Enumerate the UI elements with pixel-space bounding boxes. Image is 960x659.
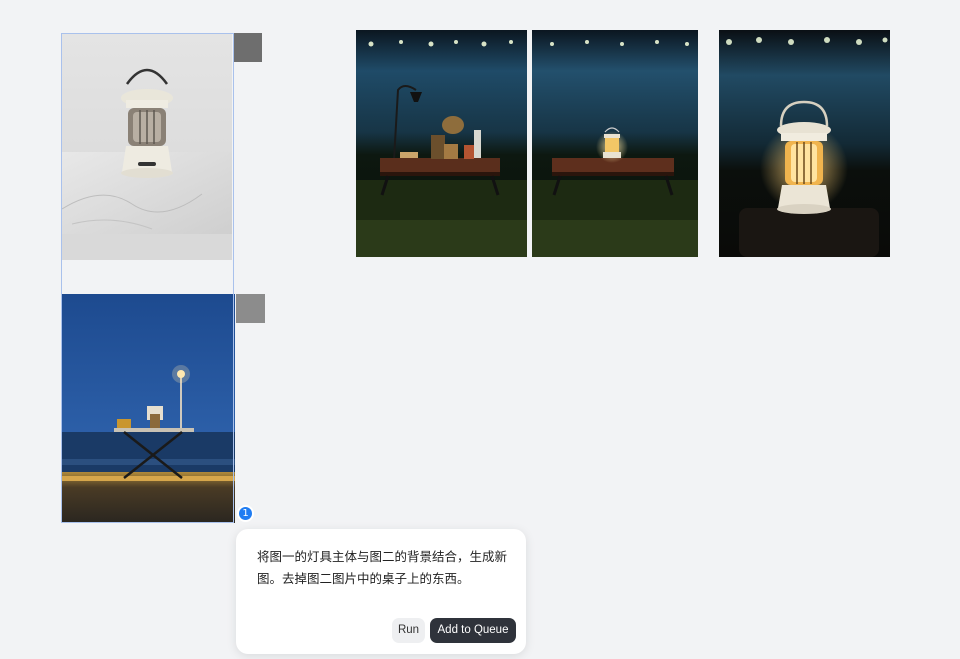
beach-photo: [62, 294, 235, 523]
night-lantern-table-photo: [532, 30, 698, 257]
output-image-3[interactable]: [719, 30, 890, 257]
input-image-2[interactable]: [62, 294, 235, 523]
resize-handle[interactable]: [236, 294, 265, 323]
run-button[interactable]: Run: [392, 618, 425, 643]
output-image-2[interactable]: [532, 30, 698, 257]
lantern-closeup-photo: [719, 30, 890, 257]
night-table-photo: [356, 30, 527, 257]
selection-count-badge[interactable]: 1: [237, 505, 254, 522]
resize-handle[interactable]: [233, 33, 262, 62]
lantern-photo: [62, 34, 232, 260]
input-image-1[interactable]: [62, 34, 232, 260]
prompt-input[interactable]: 将图一的灯具主体与图二的背景结合，生成新 图。去掉图二图片中的桌子上的东西。: [257, 546, 509, 590]
output-image-1[interactable]: [356, 30, 527, 257]
prompt-text-line-1: 将图一的灯具主体与图二的背景结合，生成新: [257, 549, 508, 564]
workspace-canvas[interactable]: 1 将图一的灯具主体与图二的背景结合，生成新 图。去掉图二图片中的桌子上的东西。…: [0, 0, 960, 659]
prompt-panel[interactable]: 将图一的灯具主体与图二的背景结合，生成新 图。去掉图二图片中的桌子上的东西。 R…: [236, 529, 526, 654]
add-to-queue-button[interactable]: Add to Queue: [430, 618, 516, 643]
prompt-text-line-2: 图。去掉图二图片中的桌子上的东西。: [257, 571, 470, 586]
